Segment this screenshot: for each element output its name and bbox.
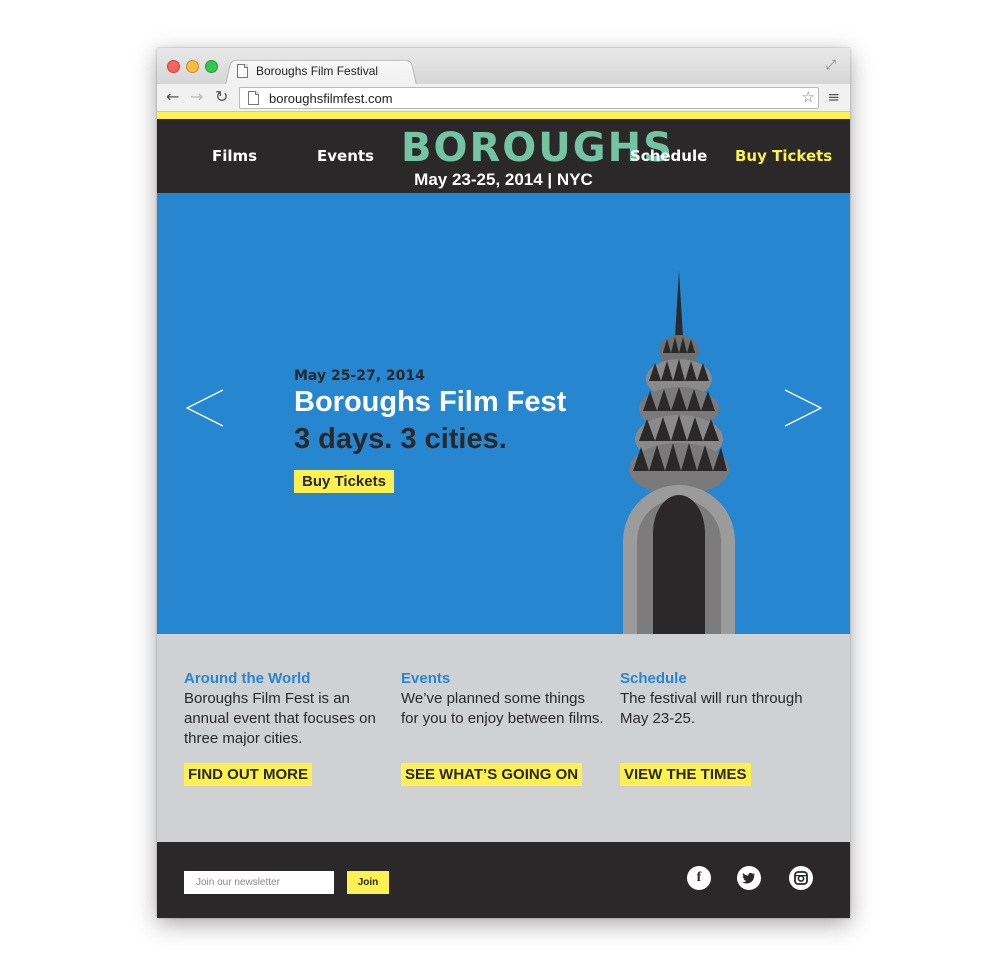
next-arrow-icon[interactable] [783,388,823,428]
instagram-camera-icon [794,871,808,885]
features-section: Around the World Boroughs Film Fest is a… [157,634,850,842]
view-the-times-button[interactable]: VIEW THE TIMES [620,763,751,786]
close-window-button[interactable] [167,60,180,73]
instagram-icon[interactable] [789,866,813,890]
feature-events: Events We’ve planned some things for you… [401,670,606,786]
tab-strip: Boroughs Film Festival ⤢ [157,48,850,85]
reload-icon[interactable]: ↻ [215,88,228,106]
nav-films[interactable]: Films [212,147,257,165]
top-accent-bar [157,112,850,119]
url-text: boroughsfilmfest.com [269,90,393,106]
star-icon[interactable]: ☆ [802,88,815,106]
page-icon [237,64,248,78]
feature-schedule: Schedule The festival will run through M… [620,670,825,786]
window-controls [167,60,218,73]
browser-toolbar: ← → ↻ boroughsfilmfest.com ☆ ≡ [157,84,850,112]
feature-around-the-world: Around the World Boroughs Film Fest is a… [184,670,389,786]
hero-text: May 25-27, 2014 Boroughs Film Fest 3 day… [294,368,566,493]
hero-date: May 25-27, 2014 [294,368,425,384]
nav-events[interactable]: Events [317,147,374,165]
join-button[interactable]: Join [347,871,389,894]
expand-icon[interactable]: ⤢ [826,58,836,73]
forward-icon[interactable]: → [190,88,203,106]
feature-body: Boroughs Film Fest is an annual event th… [184,690,376,747]
twitter-icon[interactable] [737,866,761,890]
logo-date: May 23-25, 2014 | NYC [414,170,593,189]
zoom-window-button[interactable] [205,60,218,73]
page-icon [248,91,259,105]
site-nav: Films Events BOROUGHS May 23-25, 2014 | … [157,119,850,193]
logo-wordmark: BOROUGHS [401,125,674,171]
see-whats-going-on-button[interactable]: SEE WHAT’S GOING ON [401,763,583,786]
feature-heading: Schedule [620,670,687,687]
facebook-icon[interactable]: f [687,866,711,890]
newsletter-input[interactable] [184,871,334,894]
site-footer: Join f [157,842,850,918]
feature-heading: Events [401,670,451,687]
find-out-more-button[interactable]: FIND OUT MORE [184,763,312,786]
feature-heading: Around the World [184,670,311,687]
address-bar[interactable]: boroughsfilmfest.com ☆ [239,87,819,109]
website: Films Events BOROUGHS May 23-25, 2014 | … [157,112,850,918]
tab-title: Boroughs Film Festival [256,64,379,78]
nav-buy-tickets[interactable]: Buy Tickets [735,147,832,165]
hero-banner: May 25-27, 2014 Boroughs Film Fest 3 day… [157,193,850,634]
hero-subtitle: 3 days. 3 cities. [294,423,507,455]
feature-body: We’ve planned some things for you to enj… [401,690,604,727]
nav-schedule[interactable]: Schedule [630,147,707,165]
hero-title: Boroughs Film Fest [294,386,567,418]
menu-icon[interactable]: ≡ [827,88,840,106]
browser-window: Boroughs Film Festival ⤢ ← → ↻ boroughsf… [157,48,850,918]
chrysler-building-illustration [623,271,735,634]
back-icon[interactable]: ← [166,88,179,106]
browser-tab-content[interactable]: Boroughs Film Festival [237,60,412,82]
twitter-bird-icon [742,872,755,884]
hero-buy-tickets-button[interactable]: Buy Tickets [294,470,394,493]
minimize-window-button[interactable] [186,60,199,73]
site-logo[interactable]: BOROUGHS May 23-25, 2014 | NYC [401,125,674,190]
feature-body: The festival will run through May 23-25. [620,690,803,727]
prev-arrow-icon[interactable] [185,388,225,428]
